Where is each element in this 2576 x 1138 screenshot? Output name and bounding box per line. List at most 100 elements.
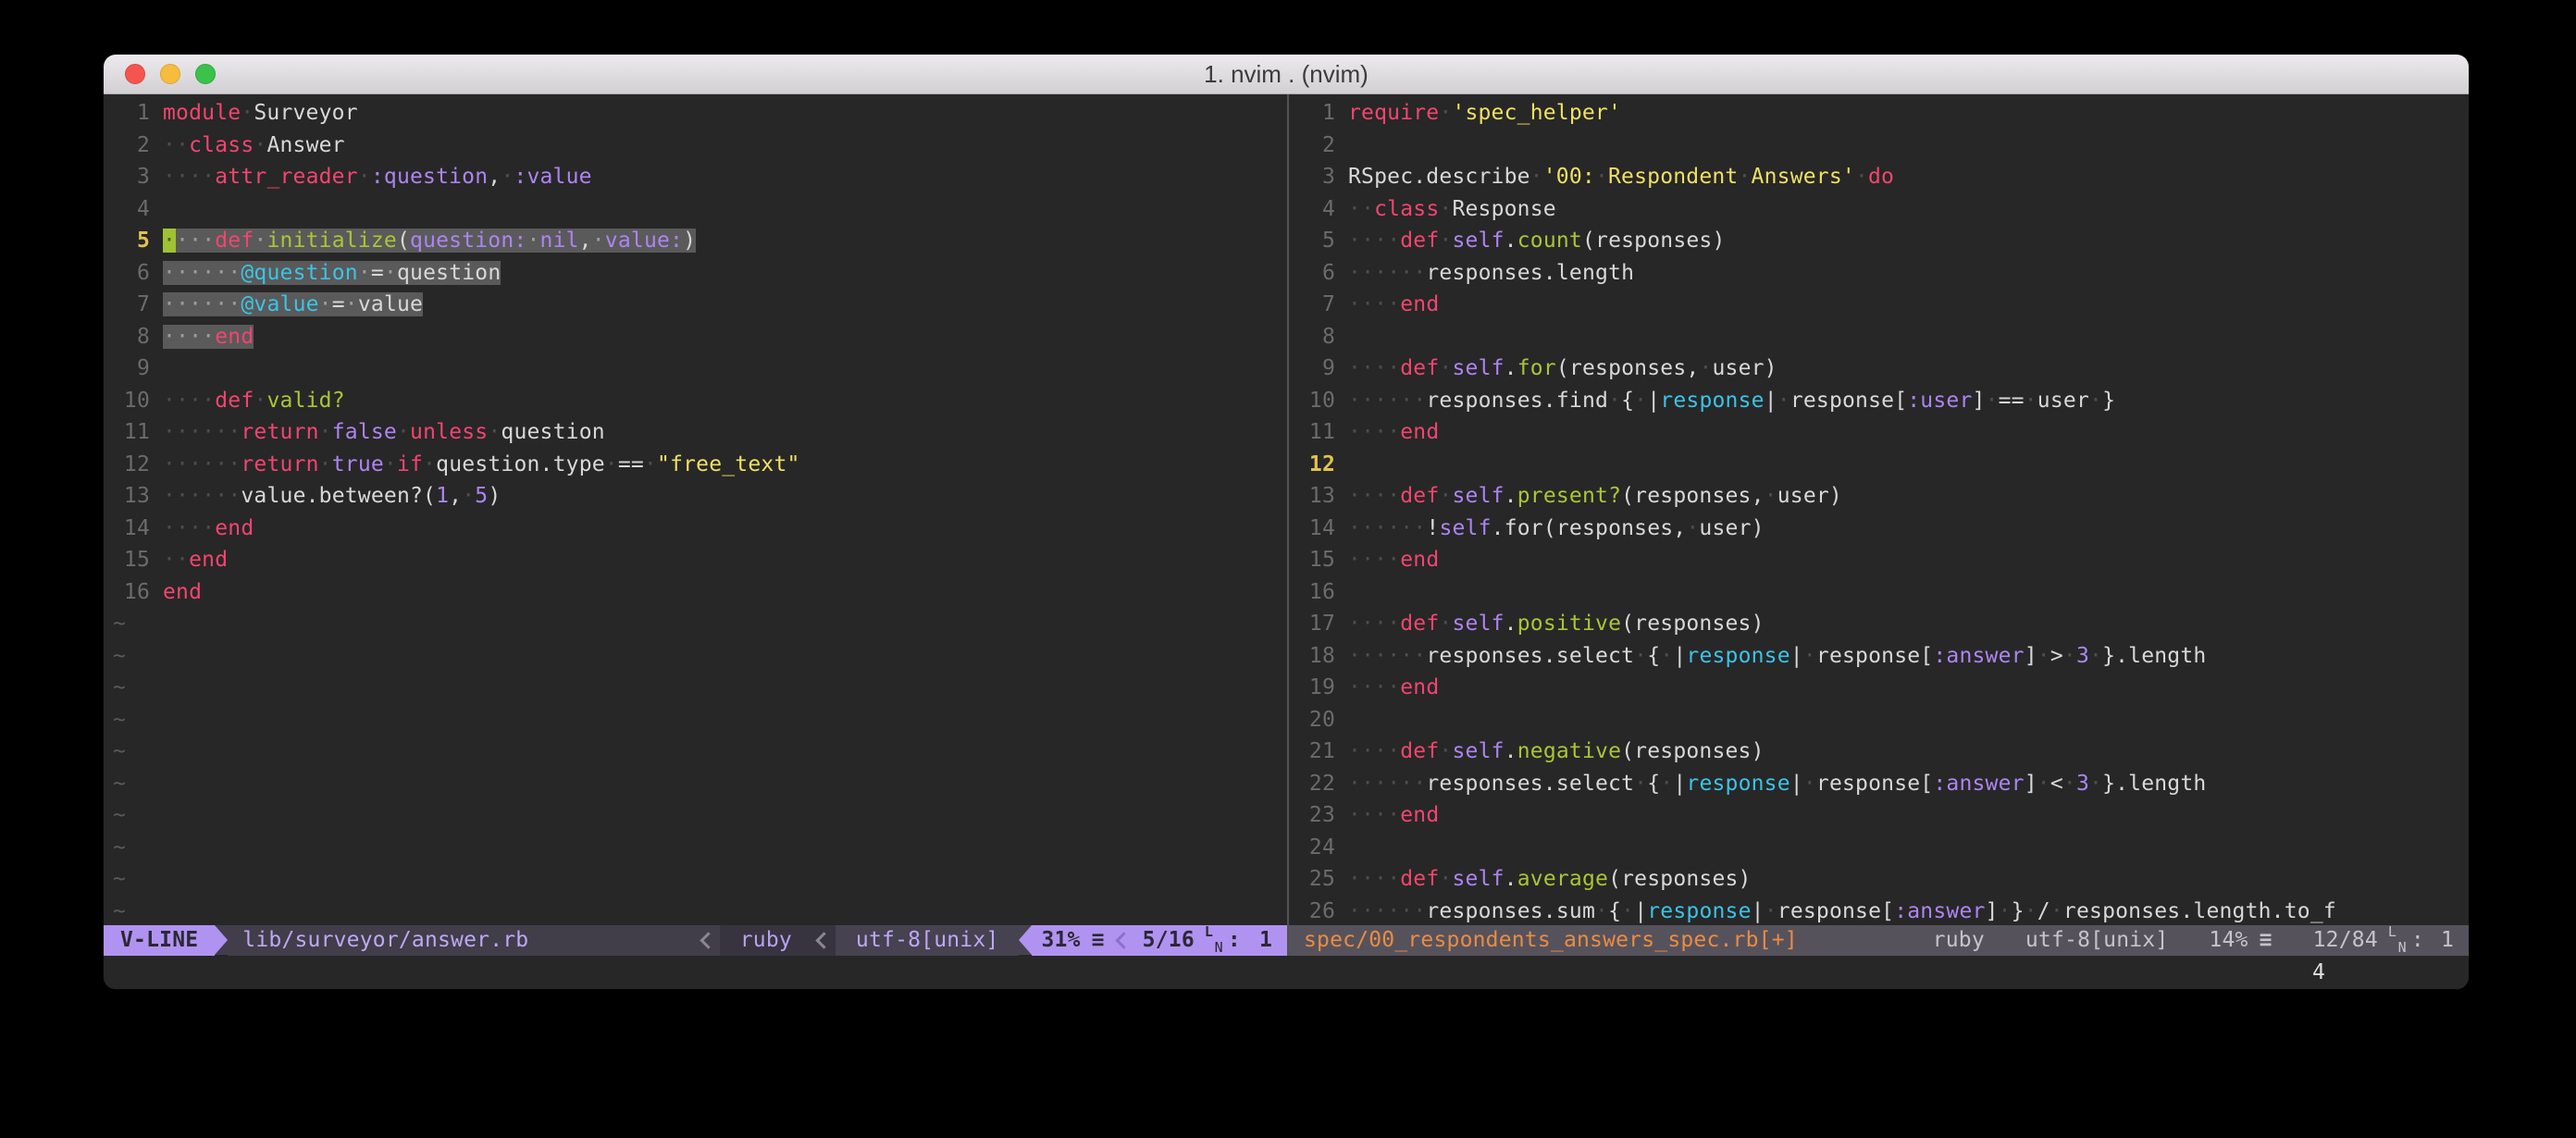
code-text: ····def·valid? xyxy=(163,385,345,417)
line-number: 7 xyxy=(104,289,163,321)
line-number: 10 xyxy=(1289,385,1348,417)
statusline-active: V-LINE lib/surveyor/answer.rb ruby utf-8… xyxy=(104,925,1287,956)
tilde-marker: ~ xyxy=(104,863,126,896)
code-line[interactable]: 17····def·self.positive(responses) xyxy=(1289,608,2469,640)
empty-buffer-line: ~ xyxy=(104,832,1287,864)
code-line[interactable]: 11······return·false·unless·question xyxy=(104,416,1287,449)
column-number: 1 xyxy=(1259,925,1272,956)
code-line[interactable]: 10······responses.find·{·|response|·resp… xyxy=(1289,385,2469,417)
code-text: ····end xyxy=(1348,289,1439,321)
code-text: ······responses.length xyxy=(1348,257,1634,290)
code-line[interactable]: 9 xyxy=(104,353,1287,385)
tilde-marker: ~ xyxy=(104,608,126,640)
chevron-left-icon xyxy=(1115,932,1132,948)
scroll-percent: 31% xyxy=(1041,925,1080,956)
code-line[interactable]: 10····def·valid? xyxy=(104,385,1287,417)
code-line[interactable]: 23····end xyxy=(1289,799,2469,832)
code-text: ····attr_reader·:question,·:value xyxy=(163,161,592,193)
window-title: 1. nvim . (nvim) xyxy=(1204,60,1368,89)
line-number: 9 xyxy=(104,353,163,385)
code-line[interactable]: 8····end xyxy=(104,321,1287,353)
powerline-arrow-icon xyxy=(1019,925,1032,955)
line-number: 9 xyxy=(1289,353,1348,385)
tilde-marker: ~ xyxy=(104,768,126,800)
code-text: ······@value·=·value xyxy=(163,289,423,321)
code-line[interactable]: 3RSpec.describe·'00:·Respondent·Answers'… xyxy=(1289,161,2469,193)
code-line[interactable]: 15····end xyxy=(1289,544,2469,576)
code-text: ····end xyxy=(1348,799,1439,832)
code-line[interactable]: 20 xyxy=(1289,704,2469,736)
code-line[interactable]: 4··class·Response xyxy=(1289,193,2469,226)
code-line[interactable]: 18······responses.select·{·|response|·re… xyxy=(1289,640,2469,673)
tilde-marker: ~ xyxy=(104,736,126,768)
close-button[interactable] xyxy=(125,64,145,84)
file-name: spec/00_respondents_answers_spec.rb[+] xyxy=(1304,925,1798,956)
statusline-inactive: spec/00_respondents_answers_spec.rb[+] r… xyxy=(1289,925,2469,956)
lines-icon: ≡ xyxy=(1092,925,1105,956)
code-line[interactable]: 16end xyxy=(104,576,1287,609)
zoom-button[interactable] xyxy=(195,64,216,84)
code-area-left[interactable]: 1module·Surveyor2··class·Answer3····attr… xyxy=(104,94,1287,925)
command-line: 4 xyxy=(104,956,2469,989)
line-number: 23 xyxy=(1289,799,1348,832)
tilde-marker: ~ xyxy=(104,704,126,736)
line-number: 1 xyxy=(1289,97,1348,130)
code-line[interactable]: 14······!self.for(responses,·user) xyxy=(1289,513,2469,545)
code-line[interactable]: 25····def·self.average(responses) xyxy=(1289,863,2469,896)
code-text: require·'spec_helper' xyxy=(1348,97,1621,130)
code-line[interactable]: 13······value.between?(1,·5) xyxy=(104,480,1287,513)
editor-pane-right: 1require·'spec_helper'23RSpec.describe·'… xyxy=(1289,94,2469,956)
desktop-background: 1. nvim . (nvim) 1module·Surveyor2··clas… xyxy=(0,0,2576,1138)
title-bar[interactable]: 1. nvim . (nvim) xyxy=(104,55,2469,94)
code-line[interactable]: 21····def·self.negative(responses) xyxy=(1289,736,2469,768)
code-line[interactable]: 19····end xyxy=(1289,672,2469,704)
tilde-marker: ~ xyxy=(104,799,126,832)
code-line[interactable]: 11····end xyxy=(1289,416,2469,449)
code-line[interactable]: 22······responses.select·{·|response|·re… xyxy=(1289,768,2469,800)
code-line[interactable]: 24 xyxy=(1289,832,2469,864)
code-text: ····def·self.negative(responses) xyxy=(1348,736,1765,768)
empty-buffer-line: ~ xyxy=(104,768,1287,800)
cursor-block: · xyxy=(163,229,176,253)
code-text: ····def·self.present?(responses,·user) xyxy=(1348,480,1842,513)
code-line[interactable]: 16 xyxy=(1289,576,2469,609)
line-number: 15 xyxy=(1289,544,1348,576)
code-line[interactable]: 6······responses.length xyxy=(1289,257,2469,290)
filetype: ruby xyxy=(1933,925,1985,956)
code-area-right[interactable]: 1require·'spec_helper'23RSpec.describe·'… xyxy=(1289,94,2469,925)
line-number: 8 xyxy=(104,321,163,353)
line-number: 8 xyxy=(1289,321,1348,353)
line-number: 11 xyxy=(104,416,163,449)
code-line[interactable]: 26······responses.sum·{·|response|·respo… xyxy=(1289,896,2469,926)
minimize-button[interactable] xyxy=(160,64,180,84)
code-text: ······return·false·unless·question xyxy=(163,416,605,449)
code-line[interactable]: 15··end xyxy=(104,544,1287,576)
code-line[interactable]: 5····def·initialize(question:·nil,·value… xyxy=(104,225,1287,257)
code-line[interactable]: 3····attr_reader·:question,·:value xyxy=(104,161,1287,193)
code-line[interactable]: 1module·Surveyor xyxy=(104,97,1287,130)
code-line[interactable]: 6······@question·=·question xyxy=(104,257,1287,290)
code-line[interactable]: 4 xyxy=(104,193,1287,226)
code-line[interactable]: 5····def·self.count(responses) xyxy=(1289,225,2469,257)
line-number: 20 xyxy=(1289,704,1348,736)
code-text: ······return·true·if·question.type·==·"f… xyxy=(163,449,800,481)
code-line[interactable]: 7····end xyxy=(1289,289,2469,321)
code-line[interactable]: 7······@value·=·value xyxy=(104,289,1287,321)
code-line[interactable]: 8 xyxy=(1289,321,2469,353)
code-line[interactable]: 13····def·self.present?(responses,·user) xyxy=(1289,480,2469,513)
line-number: 4 xyxy=(1289,193,1348,226)
code-line[interactable]: 9····def·self.for(responses,·user) xyxy=(1289,353,2469,385)
traffic-lights xyxy=(125,55,216,93)
code-line[interactable]: 12 xyxy=(1289,449,2469,481)
filetype: ruby xyxy=(720,925,812,956)
code-text: RSpec.describe·'00:·Respondent·Answers'·… xyxy=(1348,161,1894,193)
code-line[interactable]: 2 xyxy=(1289,130,2469,162)
empty-buffer-line: ~ xyxy=(104,863,1287,896)
code-line[interactable]: 12······return·true·if·question.type·==·… xyxy=(104,449,1287,481)
line-number: 7 xyxy=(1289,289,1348,321)
code-text: ··class·Answer xyxy=(163,130,345,162)
line-number: 5 xyxy=(104,225,163,257)
code-line[interactable]: 14····end xyxy=(104,513,1287,545)
code-line[interactable]: 2··class·Answer xyxy=(104,130,1287,162)
code-line[interactable]: 1require·'spec_helper' xyxy=(1289,97,2469,130)
